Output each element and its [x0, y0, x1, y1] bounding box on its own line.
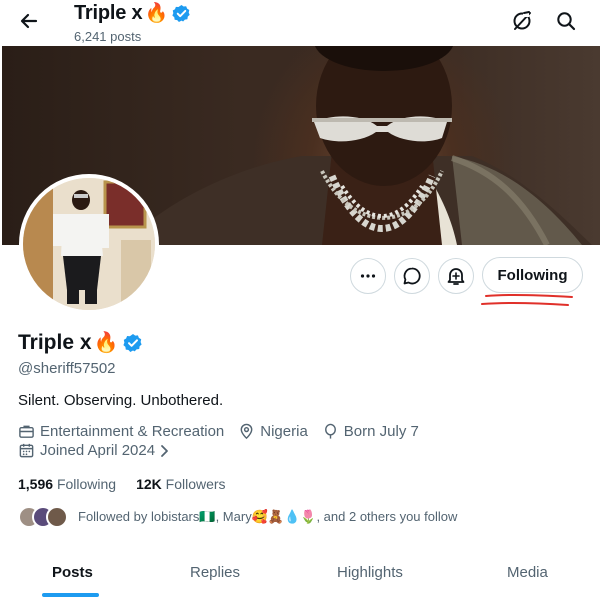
followers-count-label: Followers	[165, 476, 226, 492]
profile-meta-row: Entertainment & Recreation Nigeria Born …	[18, 423, 433, 440]
back-arrow-icon[interactable]	[14, 6, 44, 36]
balloon-icon	[324, 423, 336, 439]
more-options-button[interactable]	[350, 258, 386, 294]
following-count-link[interactable]: 1,596 Following	[18, 476, 116, 492]
more-icon	[360, 274, 376, 278]
profile-handle: @sheriff57502	[18, 360, 116, 377]
tab-highlights[interactable]: Highlights	[337, 564, 403, 581]
fire-emoji: 🔥	[144, 3, 169, 24]
profile-avatar[interactable]	[19, 174, 159, 314]
profile-name-row: Triple x 🔥	[18, 330, 143, 355]
verified-badge-icon[interactable]	[123, 333, 143, 353]
notification-bell-icon	[447, 268, 465, 285]
message-icon	[403, 267, 421, 285]
follower-avatars	[18, 506, 68, 528]
followed-by-suffix: , and 2 others you follow	[316, 509, 458, 524]
category-label: Entertainment & Recreation	[40, 423, 225, 440]
flag-emoji: 🇳🇬	[199, 509, 216, 524]
location-label: Nigeria	[260, 423, 308, 440]
fire-emoji: 🔥	[93, 332, 119, 354]
joined-label: Joined April 2024	[40, 442, 156, 459]
followed-by-row[interactable]: Followed by lobistars🇳🇬, Mary🥰🧸💧🌷, and 2…	[18, 506, 457, 528]
message-button[interactable]	[394, 258, 430, 294]
briefcase-icon	[19, 425, 34, 438]
birthday-item: Born July 7	[322, 423, 419, 440]
search-icon[interactable]	[552, 7, 580, 35]
birthday-label: Born July 7	[343, 423, 419, 440]
profile-tabs: Posts Replies Highlights Media	[0, 552, 606, 597]
active-tab-indicator	[42, 593, 99, 597]
chevron-right-icon[interactable]	[159, 444, 171, 458]
followers-count: 12K	[136, 476, 162, 492]
notifications-button[interactable]	[438, 258, 474, 294]
header-title-row: Triple x 🔥	[74, 1, 191, 25]
verified-badge-icon	[172, 4, 191, 23]
category-item: Entertainment & Recreation	[18, 423, 224, 440]
following-count-label: Following	[56, 476, 117, 492]
tab-media[interactable]: Media	[507, 564, 548, 581]
followed-by-mid: , Mary	[215, 509, 252, 524]
top-bar: Triple x 🔥 6,241 posts	[0, 0, 606, 46]
followed-by-text: Followed by lobistars🇳🇬, Mary🥰🧸💧🌷, and 2…	[78, 509, 457, 525]
follower-avatar	[46, 506, 68, 528]
followers-count-link[interactable]: 12K Followers	[136, 476, 225, 492]
grok-icon[interactable]	[508, 7, 536, 35]
location-item: Nigeria	[238, 423, 308, 440]
profile-bio: Silent. Observing. Unbothered.	[18, 392, 224, 409]
follow-counts: 1,596 Following 12K Followers	[18, 476, 226, 492]
joined-row[interactable]: Joined April 2024	[18, 442, 171, 459]
joined-item: Joined April 2024	[18, 442, 155, 459]
followed-by-prefix: Followed by lobistars	[78, 509, 200, 524]
following-button[interactable]: Following	[482, 257, 583, 293]
posts-count: 6,241 posts	[74, 29, 142, 44]
header-title: Triple x	[74, 1, 143, 24]
following-count: 1,596	[18, 476, 54, 492]
red-underline-annotation	[481, 293, 573, 306]
location-pin-icon	[240, 423, 253, 440]
emoji-cluster: 🥰🧸💧🌷	[251, 509, 317, 524]
calendar-icon	[19, 443, 34, 458]
profile-name: Triple x	[18, 330, 92, 354]
tab-posts[interactable]: Posts	[52, 564, 93, 581]
tab-replies[interactable]: Replies	[190, 564, 240, 581]
